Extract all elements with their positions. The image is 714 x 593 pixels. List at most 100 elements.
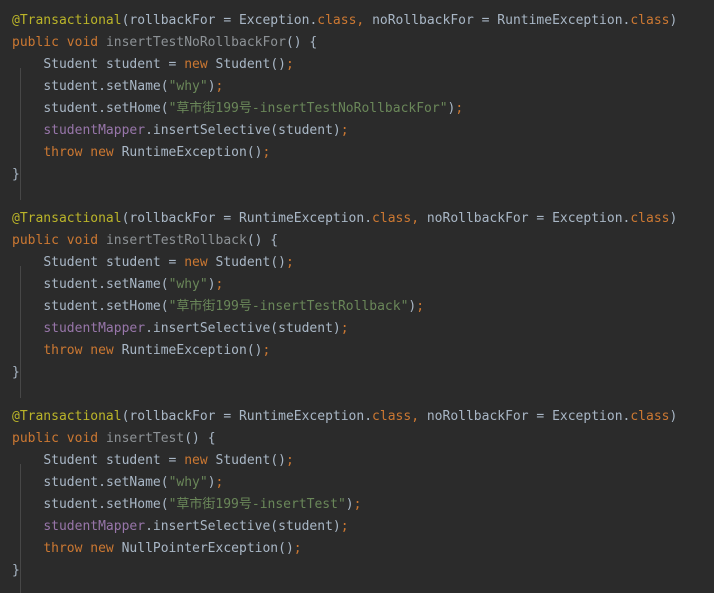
token-keyword: void: [66, 35, 99, 50]
token-type: RuntimeException: [121, 343, 247, 358]
code-line[interactable]: public void insertTest() {: [0, 428, 714, 450]
token-semi: ;: [340, 321, 349, 336]
token-punct: (): [246, 343, 263, 358]
code-line[interactable]: throw new NullPointerException();: [0, 538, 714, 560]
code-line[interactable]: @Transactional(rollbackFor = RuntimeExce…: [0, 406, 714, 428]
code-line[interactable]: studentMapper.insertSelective(student);: [0, 120, 714, 142]
code-line[interactable]: }: [0, 362, 714, 384]
token-keyword: public: [12, 35, 59, 50]
token-ident: student: [278, 519, 333, 534]
code-line[interactable]: student.setHome("草市街199号-insertTestRollb…: [0, 296, 714, 318]
token-type: NullPointerException: [121, 541, 279, 556]
code-line[interactable]: public void insertTestNoRollbackFor() {: [0, 32, 714, 54]
code-line[interactable]: @Transactional(rollbackFor = RuntimeExce…: [0, 208, 714, 230]
token-plain: =: [215, 409, 239, 424]
token-ident: rollbackFor: [129, 211, 216, 226]
token-punct: (: [270, 321, 279, 336]
token-ident: insertSelective: [152, 123, 271, 138]
token-field: studentMapper: [43, 123, 146, 138]
code-line-blank[interactable]: [0, 384, 714, 406]
code-line[interactable]: throw new RuntimeException();: [0, 142, 714, 164]
token-keyword: class: [372, 211, 412, 226]
token-ident: student: [43, 101, 99, 116]
code-line[interactable]: studentMapper.insertSelective(student);: [0, 516, 714, 538]
token-punct: (): [270, 57, 286, 72]
token-punct: (: [270, 519, 279, 534]
token-ident: noRollbackFor: [372, 13, 474, 28]
token-type: RuntimeException: [238, 409, 365, 424]
code-line[interactable]: Student student = new Student();: [0, 450, 714, 472]
token-semi: ;: [262, 145, 271, 160]
token-punct: ): [207, 475, 216, 490]
token-semi: ;: [293, 541, 302, 556]
token-ident: student: [105, 57, 161, 72]
token-ident: student: [278, 123, 333, 138]
code-editor[interactable]: @Transactional(rollbackFor = Exception.c…: [0, 0, 714, 593]
code-line[interactable]: student.setName("why");: [0, 76, 714, 98]
code-line[interactable]: student.setName("why");: [0, 274, 714, 296]
token-punct: }: [12, 563, 20, 578]
token-keyword: new: [90, 145, 114, 160]
token-punct: ): [332, 123, 341, 138]
token-punct: ): [207, 277, 216, 292]
token-punct: .: [364, 211, 373, 226]
token-ident: student: [105, 255, 161, 270]
token-ident: noRollbackFor: [426, 211, 529, 226]
token-semi: ,: [411, 409, 427, 424]
token-punct: ): [332, 321, 341, 336]
token-keyword: class: [630, 13, 670, 28]
token-punct: .: [98, 299, 106, 314]
token-punct: (): [278, 541, 294, 556]
code-line[interactable]: student.setName("why");: [0, 472, 714, 494]
token-semi: ;: [416, 299, 425, 314]
code-lines-container[interactable]: @Transactional(rollbackFor = Exception.c…: [0, 10, 714, 593]
token-plain: =: [473, 13, 498, 28]
token-punct: (: [160, 299, 169, 314]
code-line[interactable]: @Transactional(rollbackFor = Exception.c…: [0, 10, 714, 32]
token-plain: =: [215, 13, 239, 28]
token-keyword: class: [372, 409, 412, 424]
code-line[interactable]: }: [0, 164, 714, 186]
token-semi: ;: [285, 255, 294, 270]
token-type: RuntimeException: [238, 211, 365, 226]
token-ident: setName: [105, 79, 161, 94]
token-type: RuntimeException: [121, 145, 247, 160]
token-keyword: class: [630, 211, 670, 226]
token-ident: rollbackFor: [129, 409, 216, 424]
token-plain: =: [160, 57, 185, 72]
code-line[interactable]: }: [0, 560, 714, 582]
token-punct: }: [12, 365, 20, 380]
token-semi: ;: [215, 79, 224, 94]
token-punct: }: [12, 167, 20, 182]
code-line[interactable]: public void insertTestRollback() {: [0, 230, 714, 252]
code-line[interactable]: Student student = new Student();: [0, 54, 714, 76]
token-punct: (): [246, 145, 263, 160]
code-line[interactable]: throw new RuntimeException();: [0, 340, 714, 362]
code-line[interactable]: Student student = new Student();: [0, 252, 714, 274]
token-semi: ,: [356, 13, 373, 28]
token-punct: (: [160, 277, 169, 292]
token-keyword: void: [66, 431, 99, 446]
code-line-blank[interactable]: [0, 186, 714, 208]
token-ident: student: [43, 79, 99, 94]
token-plain: =: [215, 211, 239, 226]
token-ident: setHome: [105, 101, 161, 116]
token-ident: setHome: [105, 299, 161, 314]
code-line[interactable]: student.setHome("草市街199号-insertTestNoRol…: [0, 98, 714, 120]
code-line[interactable]: studentMapper.insertSelective(student);: [0, 318, 714, 340]
code-line[interactable]: student.setHome("草市街199号-insertTest");: [0, 494, 714, 516]
token-semi: ;: [353, 497, 362, 512]
token-string: "why": [168, 79, 208, 94]
token-semi: ;: [340, 123, 349, 138]
token-semi: ,: [411, 211, 427, 226]
